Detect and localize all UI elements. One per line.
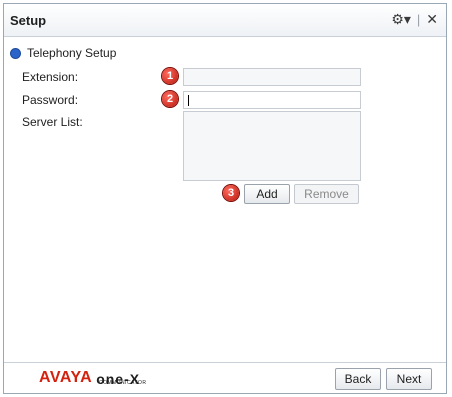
setup-window: Setup ⚙▾ | ✕ Telephony Setup Extension: … (3, 3, 447, 394)
callout-badge-2: 2 (162, 91, 178, 107)
text-caret (188, 95, 189, 106)
password-field[interactable] (183, 91, 361, 109)
gear-icon[interactable]: ⚙▾ (391, 11, 411, 28)
remove-button[interactable]: Remove (294, 184, 359, 204)
footer: AVAYA one-X COMMUNICATOR Back Next (4, 362, 446, 393)
section-header: Telephony Setup (10, 46, 116, 60)
window-title: Setup (10, 13, 47, 28)
title-separator: | (416, 12, 421, 27)
title-tools: ⚙▾ | ✕ (391, 11, 438, 28)
bullet-icon (10, 47, 21, 59)
section-title: Telephony Setup (27, 46, 117, 60)
back-button[interactable]: Back (335, 368, 381, 390)
next-button[interactable]: Next (386, 368, 432, 390)
server-list[interactable] (183, 111, 361, 181)
add-button[interactable]: Add (244, 184, 290, 204)
server-list-label: Server List: (22, 115, 83, 129)
password-label: Password: (22, 93, 79, 107)
extension-label: Extension: (22, 70, 79, 84)
callout-badge-1: 1 (162, 68, 178, 84)
logo-brand: AVAYA (39, 369, 93, 386)
extension-field[interactable] (183, 68, 361, 86)
close-icon[interactable]: ✕ (426, 11, 438, 28)
logo-sub: COMMUNICATOR (99, 380, 147, 386)
callout-badge-3: 3 (223, 185, 239, 201)
title-bar: Setup ⚙▾ | ✕ (4, 4, 446, 37)
